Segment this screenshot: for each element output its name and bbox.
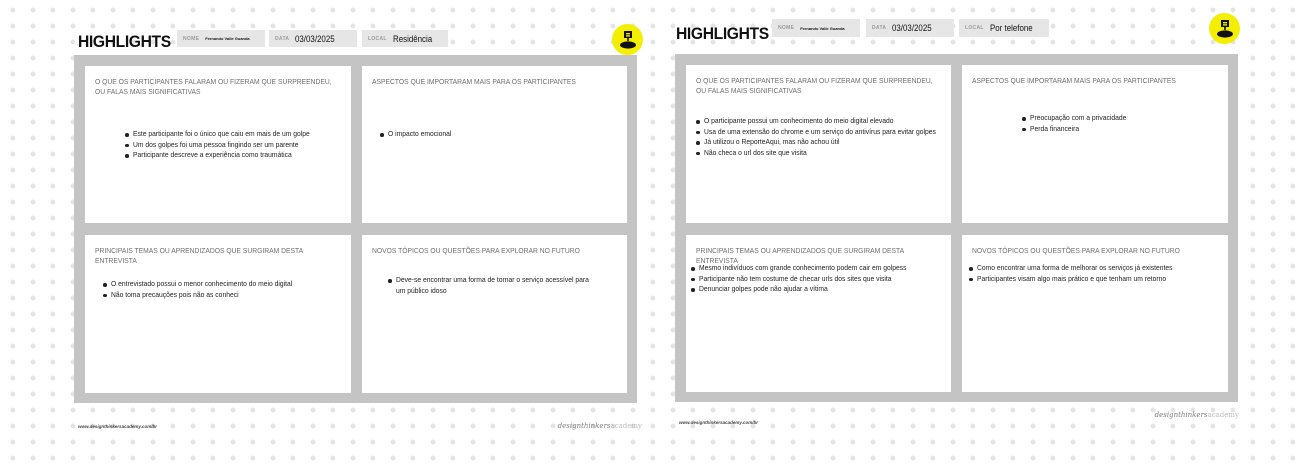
list-item: Mesmo indivíduos com grande conhecimento… xyxy=(691,263,930,274)
card-aspects[interactable]: ASPECTOS QUE IMPORTARAM MAIS PARA OS PAR… xyxy=(962,65,1228,223)
list-item: Este participante foi o único que caiu e… xyxy=(125,129,329,140)
board-title: HIGHLIGHTS xyxy=(78,32,171,51)
list-item: Deve-se encontrar uma forma de tornar o … xyxy=(388,275,600,296)
highlights-board-2: HIGHLIGHTS NOME Fernando Valle Guanda DA… xyxy=(667,10,1243,430)
list-item: Perda financeira xyxy=(1022,124,1137,135)
card-title: ASPECTOS QUE IMPORTARAM MAIS PARA OS PAR… xyxy=(972,76,1176,85)
card-list: O entrevistado possui o menor conhecimen… xyxy=(103,279,312,300)
card-title: NOVOS TÓPICOS OU QUESTÕES PARA EXPLORAR … xyxy=(972,246,1180,255)
footer-brand-logo: designthinkersacademy xyxy=(557,422,642,430)
local-value: Por telefone xyxy=(989,23,1033,33)
local-field[interactable]: LOCAL Por telefone xyxy=(959,19,1049,37)
local-value: Residência xyxy=(392,33,432,44)
name-label: NOME xyxy=(778,25,795,31)
list-item: Participante não tem costume de checar u… xyxy=(691,274,930,285)
card-list: Mesmo indivíduos com grande conhecimento… xyxy=(691,263,930,295)
footer-url[interactable]: www.designthinkersacademy.com/br xyxy=(78,424,157,429)
card-surprises[interactable]: O QUE OS PARTICIPANTES FALARAM OU FIZERA… xyxy=(85,66,351,223)
list-item: Não toma precauções pois não as conheci xyxy=(103,290,312,301)
list-item: Preocupação com a privacidade xyxy=(1022,113,1137,124)
card-surprises[interactable]: O QUE OS PARTICIPANTES FALARAM OU FIZERA… xyxy=(686,65,951,223)
highlights-grid: O QUE OS PARTICIPANTES FALARAM OU FIZERA… xyxy=(74,55,637,403)
list-item: O entrevistado possui o menor conhecimen… xyxy=(103,279,312,290)
list-item: Denunciar golpes pode não ajudar a vítim… xyxy=(691,284,930,295)
list-item: O impacto emocional xyxy=(380,129,458,140)
list-item: Usa de uma extensão do chrome e um servi… xyxy=(696,127,941,138)
card-title: NOVOS TÓPICOS OU QUESTÕES PARA EXPLORAR … xyxy=(372,246,580,255)
card-new-topics[interactable]: NOVOS TÓPICOS OU QUESTÕES PARA EXPLORAR … xyxy=(362,235,627,393)
card-aspects[interactable]: ASPECTOS QUE IMPORTARAM MAIS PARA OS PAR… xyxy=(362,66,627,223)
card-title: PRINCIPAIS TEMAS OU APRENDIZADOS QUE SUR… xyxy=(95,246,303,265)
list-item: O participante possui um conhecimento do… xyxy=(696,116,941,127)
design-thinkers-logo-icon xyxy=(1209,13,1240,44)
date-value: 03/03/2025 xyxy=(892,23,933,33)
local-label: LOCAL xyxy=(965,25,984,31)
name-label: NOME xyxy=(183,35,200,42)
name-field[interactable]: NOME Fernando Valle Guanda xyxy=(177,30,265,47)
date-label: DATA xyxy=(275,35,290,42)
footer-url[interactable]: www.designthinkersacademy.com/br xyxy=(679,420,758,425)
card-new-topics[interactable]: NOVOS TÓPICOS OU QUESTÕES PARA EXPLORAR … xyxy=(962,235,1228,392)
design-thinkers-logo-icon xyxy=(612,24,643,55)
card-themes[interactable]: PRINCIPAIS TEMAS OU APRENDIZADOS QUE SUR… xyxy=(85,235,351,393)
card-list: Deve-se encontrar uma forma de tornar o … xyxy=(388,275,600,296)
local-field[interactable]: LOCAL Residência xyxy=(362,30,448,47)
date-label: DATA xyxy=(872,25,887,31)
list-item: Não checa o url dos site que visita xyxy=(696,148,941,159)
highlights-grid: O QUE OS PARTICIPANTES FALARAM OU FIZERA… xyxy=(675,54,1238,402)
footer-brand-logo: designthinkersacademy xyxy=(1154,411,1239,419)
highlights-board-1: HIGHLIGHTS NOME Fernando Valle Guanda DA… xyxy=(66,18,643,438)
board-title: HIGHLIGHTS xyxy=(676,24,769,43)
card-list: Preocupação com a privacidade Perda fina… xyxy=(1022,113,1137,134)
list-item: Participantes visam algo mais prático e … xyxy=(969,274,1194,285)
card-title: O QUE OS PARTICIPANTES FALARAM OU FIZERA… xyxy=(95,77,332,96)
list-item: Participante descreve a experiência como… xyxy=(125,150,329,161)
card-list: Como encontrar uma forma de melhorar os … xyxy=(969,263,1194,284)
name-value: Fernando Valle Guanda xyxy=(800,25,845,31)
card-list: Este participante foi o único que caiu e… xyxy=(125,129,329,161)
name-value: Fernando Valle Guanda xyxy=(205,36,250,41)
card-themes[interactable]: PRINCIPAIS TEMAS OU APRENDIZADOS QUE SUR… xyxy=(686,235,951,392)
card-title: ASPECTOS QUE IMPORTARAM MAIS PARA OS PAR… xyxy=(372,77,576,86)
card-list: O impacto emocional xyxy=(380,129,458,140)
card-title: O QUE OS PARTICIPANTES FALARAM OU FIZERA… xyxy=(696,76,933,95)
date-field[interactable]: DATA 03/03/2025 xyxy=(269,30,357,47)
list-item: Um dos golpes foi uma pessoa fingindo se… xyxy=(125,140,329,151)
local-label: LOCAL xyxy=(368,35,387,42)
date-value: 03/03/2025 xyxy=(295,33,336,44)
name-field[interactable]: NOME Fernando Valle Guanda xyxy=(772,19,860,37)
date-field[interactable]: DATA 03/03/2025 xyxy=(866,19,954,37)
list-item: Já utilizou o ReporteAqui, mas não achou… xyxy=(696,137,941,148)
list-item: Como encontrar uma forma de melhorar os … xyxy=(969,263,1194,274)
card-list: O participante possui um conhecimento do… xyxy=(696,116,941,159)
